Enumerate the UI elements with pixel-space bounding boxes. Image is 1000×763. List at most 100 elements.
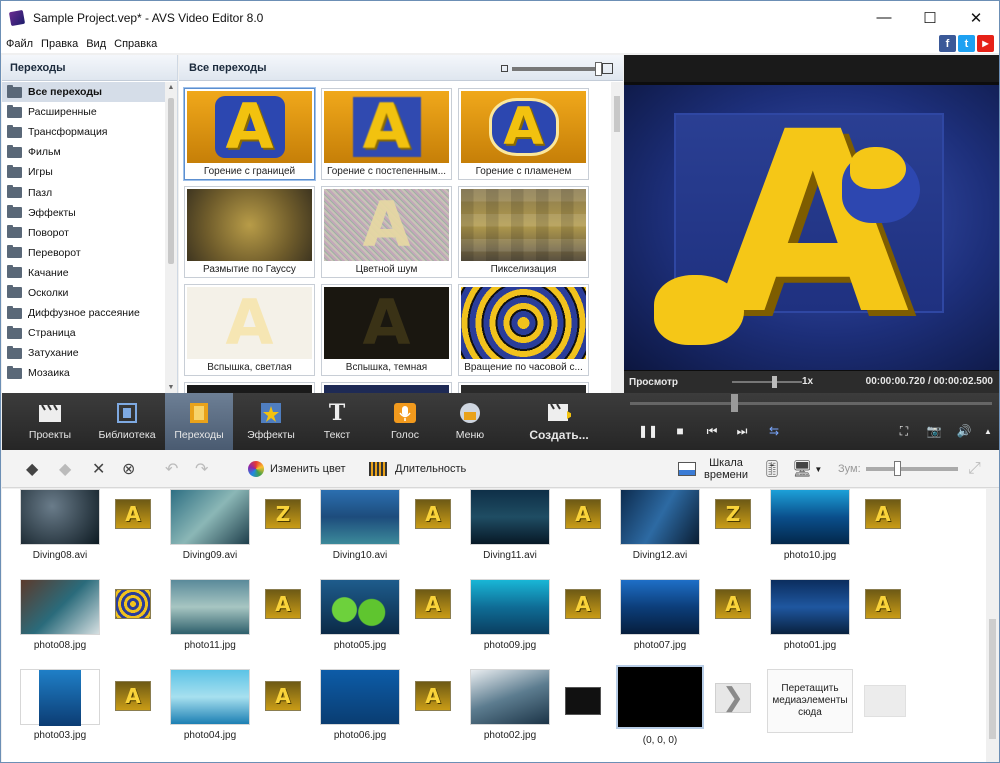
category-item[interactable]: Расширенные (2, 102, 166, 122)
change-color-button[interactable]: Изменить цвет (248, 450, 346, 488)
text-button[interactable]: T Текст (313, 393, 361, 450)
transition-tile[interactable]: Размытие по Гауссу (184, 186, 315, 278)
category-item-all[interactable]: Все переходы (2, 82, 166, 103)
menu-edit[interactable]: Правка (38, 38, 81, 50)
transitions-button[interactable]: Переходы (165, 393, 233, 450)
category-item[interactable]: Переворот (2, 243, 166, 263)
storyboard-transition[interactable]: A (565, 589, 601, 619)
storyboard-clip[interactable]: Diving10.avi (320, 489, 400, 561)
category-item[interactable]: Эффекты (2, 203, 166, 223)
category-item[interactable]: Осколки (2, 283, 166, 303)
storyboard-transition[interactable]: A (265, 681, 301, 711)
display-mode-icon[interactable]: 🖥 (792, 459, 812, 479)
minimize-button[interactable]: — (861, 1, 907, 34)
move-left-icon[interactable]: ◆ (26, 459, 38, 479)
menu-help[interactable]: Справка (111, 38, 160, 50)
storyboard-transition[interactable]: A (715, 589, 751, 619)
projects-button[interactable]: Проекты (22, 393, 78, 450)
scroll-up-icon[interactable]: ▲ (167, 84, 175, 91)
storyboard-clip[interactable]: photo01.jpg (770, 579, 850, 651)
pause-icon[interactable]: ❚❚ (638, 421, 658, 441)
storyboard-clip[interactable]: Diving09.avi (170, 489, 250, 561)
snapshot-camera-icon[interactable]: 📷 (924, 421, 944, 441)
category-item[interactable]: Игры (2, 162, 166, 182)
redo-icon[interactable]: ↷ (195, 459, 208, 479)
twitter-icon[interactable]: t (958, 35, 975, 52)
playback-seek-bar[interactable] (630, 402, 992, 405)
storyboard-clip[interactable]: photo04.jpg (170, 669, 250, 741)
storyboard-clip[interactable]: photo07.jpg (620, 579, 700, 651)
preview-video[interactable]: A (624, 85, 999, 370)
storyboard-clip[interactable]: photo10.jpg (770, 489, 850, 561)
voice-button[interactable]: Голос (380, 393, 430, 450)
storyboard-clip[interactable]: photo02.jpg (470, 669, 550, 741)
storyboard-clip[interactable]: photo05.jpg (320, 579, 400, 651)
undo-icon[interactable]: ↶ (165, 459, 178, 479)
playback-seek-knob[interactable] (731, 394, 738, 412)
previous-frame-icon[interactable]: ⏮ (702, 421, 722, 441)
storyboard-clip[interactable]: photo08.jpg (20, 579, 100, 651)
storyboard-transition[interactable] (565, 687, 601, 715)
volume-dropdown-icon[interactable]: ▲ (978, 421, 998, 441)
volume-icon[interactable]: 🔊 (954, 421, 974, 441)
display-mode-dropdown-icon[interactable]: ▼ (814, 465, 822, 474)
transition-tile[interactable]: Пикселизация (458, 186, 589, 278)
storyboard-transition[interactable]: A (415, 499, 451, 529)
category-item[interactable]: Страница (2, 323, 166, 343)
transition-tile[interactable]: A Горение с границей (184, 88, 315, 180)
audio-mixer-icon[interactable]: 🎚 (762, 459, 782, 479)
zoom-slider[interactable] (866, 467, 958, 471)
scroll-thumb[interactable] (614, 96, 620, 132)
storyboard-transition[interactable]: A (565, 499, 601, 529)
stop-icon[interactable]: ■ (670, 421, 690, 441)
storyboard-transition[interactable]: A (115, 499, 151, 529)
transition-tile[interactable]: A Вспышка, темная (321, 284, 452, 376)
delete-icon[interactable]: ✕ (92, 459, 105, 479)
speed-slider[interactable] (732, 381, 802, 383)
storyboard-clip[interactable]: photo09.jpg (470, 579, 550, 651)
scroll-thumb[interactable] (989, 619, 996, 739)
storyboard-transition[interactable]: A (865, 589, 901, 619)
menu-button[interactable]: Меню (446, 393, 494, 450)
category-item[interactable]: Трансформация (2, 122, 166, 142)
menu-file[interactable]: Файл (3, 38, 36, 50)
timeline-toggle-button[interactable]: Шкала времени (678, 450, 748, 488)
storyboard-transition[interactable]: A (415, 589, 451, 619)
youtube-icon[interactable]: ▶ (977, 35, 994, 52)
storyboard-transition[interactable]: A (415, 681, 451, 711)
maximize-button[interactable]: ☐ (907, 1, 953, 34)
transition-tile[interactable]: A Горение с пламенем (458, 88, 589, 180)
storyboard-clip[interactable]: Diving12.avi (620, 489, 700, 561)
empty-transition-slot[interactable] (864, 685, 906, 717)
move-right-icon[interactable]: ◆ (59, 459, 71, 479)
storyboard-clip-selected[interactable]: (0, 0, 0) (616, 665, 704, 746)
delete-all-icon[interactable]: ⊗ (122, 459, 135, 479)
scroll-thumb[interactable] (168, 98, 174, 264)
facebook-icon[interactable]: f (939, 35, 956, 52)
close-button[interactable]: ✕ (953, 1, 999, 34)
category-item[interactable]: Фильм (2, 142, 166, 162)
transitions-scrollbar[interactable] (611, 82, 623, 393)
storyboard-scrollbar[interactable] (986, 489, 999, 762)
effects-button[interactable]: Эффекты (240, 393, 302, 450)
library-button[interactable]: Библиотека (94, 393, 160, 450)
category-item[interactable]: Мозаика (2, 363, 166, 383)
storyboard-clip[interactable]: Diving08.avi (20, 489, 100, 561)
storyboard-transition[interactable]: A (865, 499, 901, 529)
size-slider-knob[interactable] (595, 61, 602, 76)
zoom-slider-knob[interactable] (894, 461, 901, 476)
next-frame-icon[interactable]: ⏭ (732, 421, 752, 441)
transition-tile[interactable]: Вращение по часовой с... (458, 284, 589, 376)
category-item[interactable]: Затухание (2, 343, 166, 363)
storyboard-clip[interactable]: photo06.jpg (320, 669, 400, 741)
storyboard-transition[interactable] (115, 589, 151, 619)
drop-media-placeholder[interactable]: Перетащить медиаэлементы сюда (767, 669, 853, 733)
transition-tile[interactable]: A Горение с постепенным... (321, 88, 452, 180)
duration-button[interactable]: Длительность (369, 450, 466, 488)
storyboard-clip[interactable]: photo03.jpg (20, 669, 100, 741)
storyboard-transition[interactable]: Z (715, 499, 751, 529)
scroll-down-icon[interactable]: ▼ (167, 384, 175, 391)
storyboard-clip[interactable]: Diving11.avi (470, 489, 550, 561)
storyboard-transition[interactable]: Z (265, 499, 301, 529)
thumbnail-size-slider[interactable] (501, 61, 613, 76)
